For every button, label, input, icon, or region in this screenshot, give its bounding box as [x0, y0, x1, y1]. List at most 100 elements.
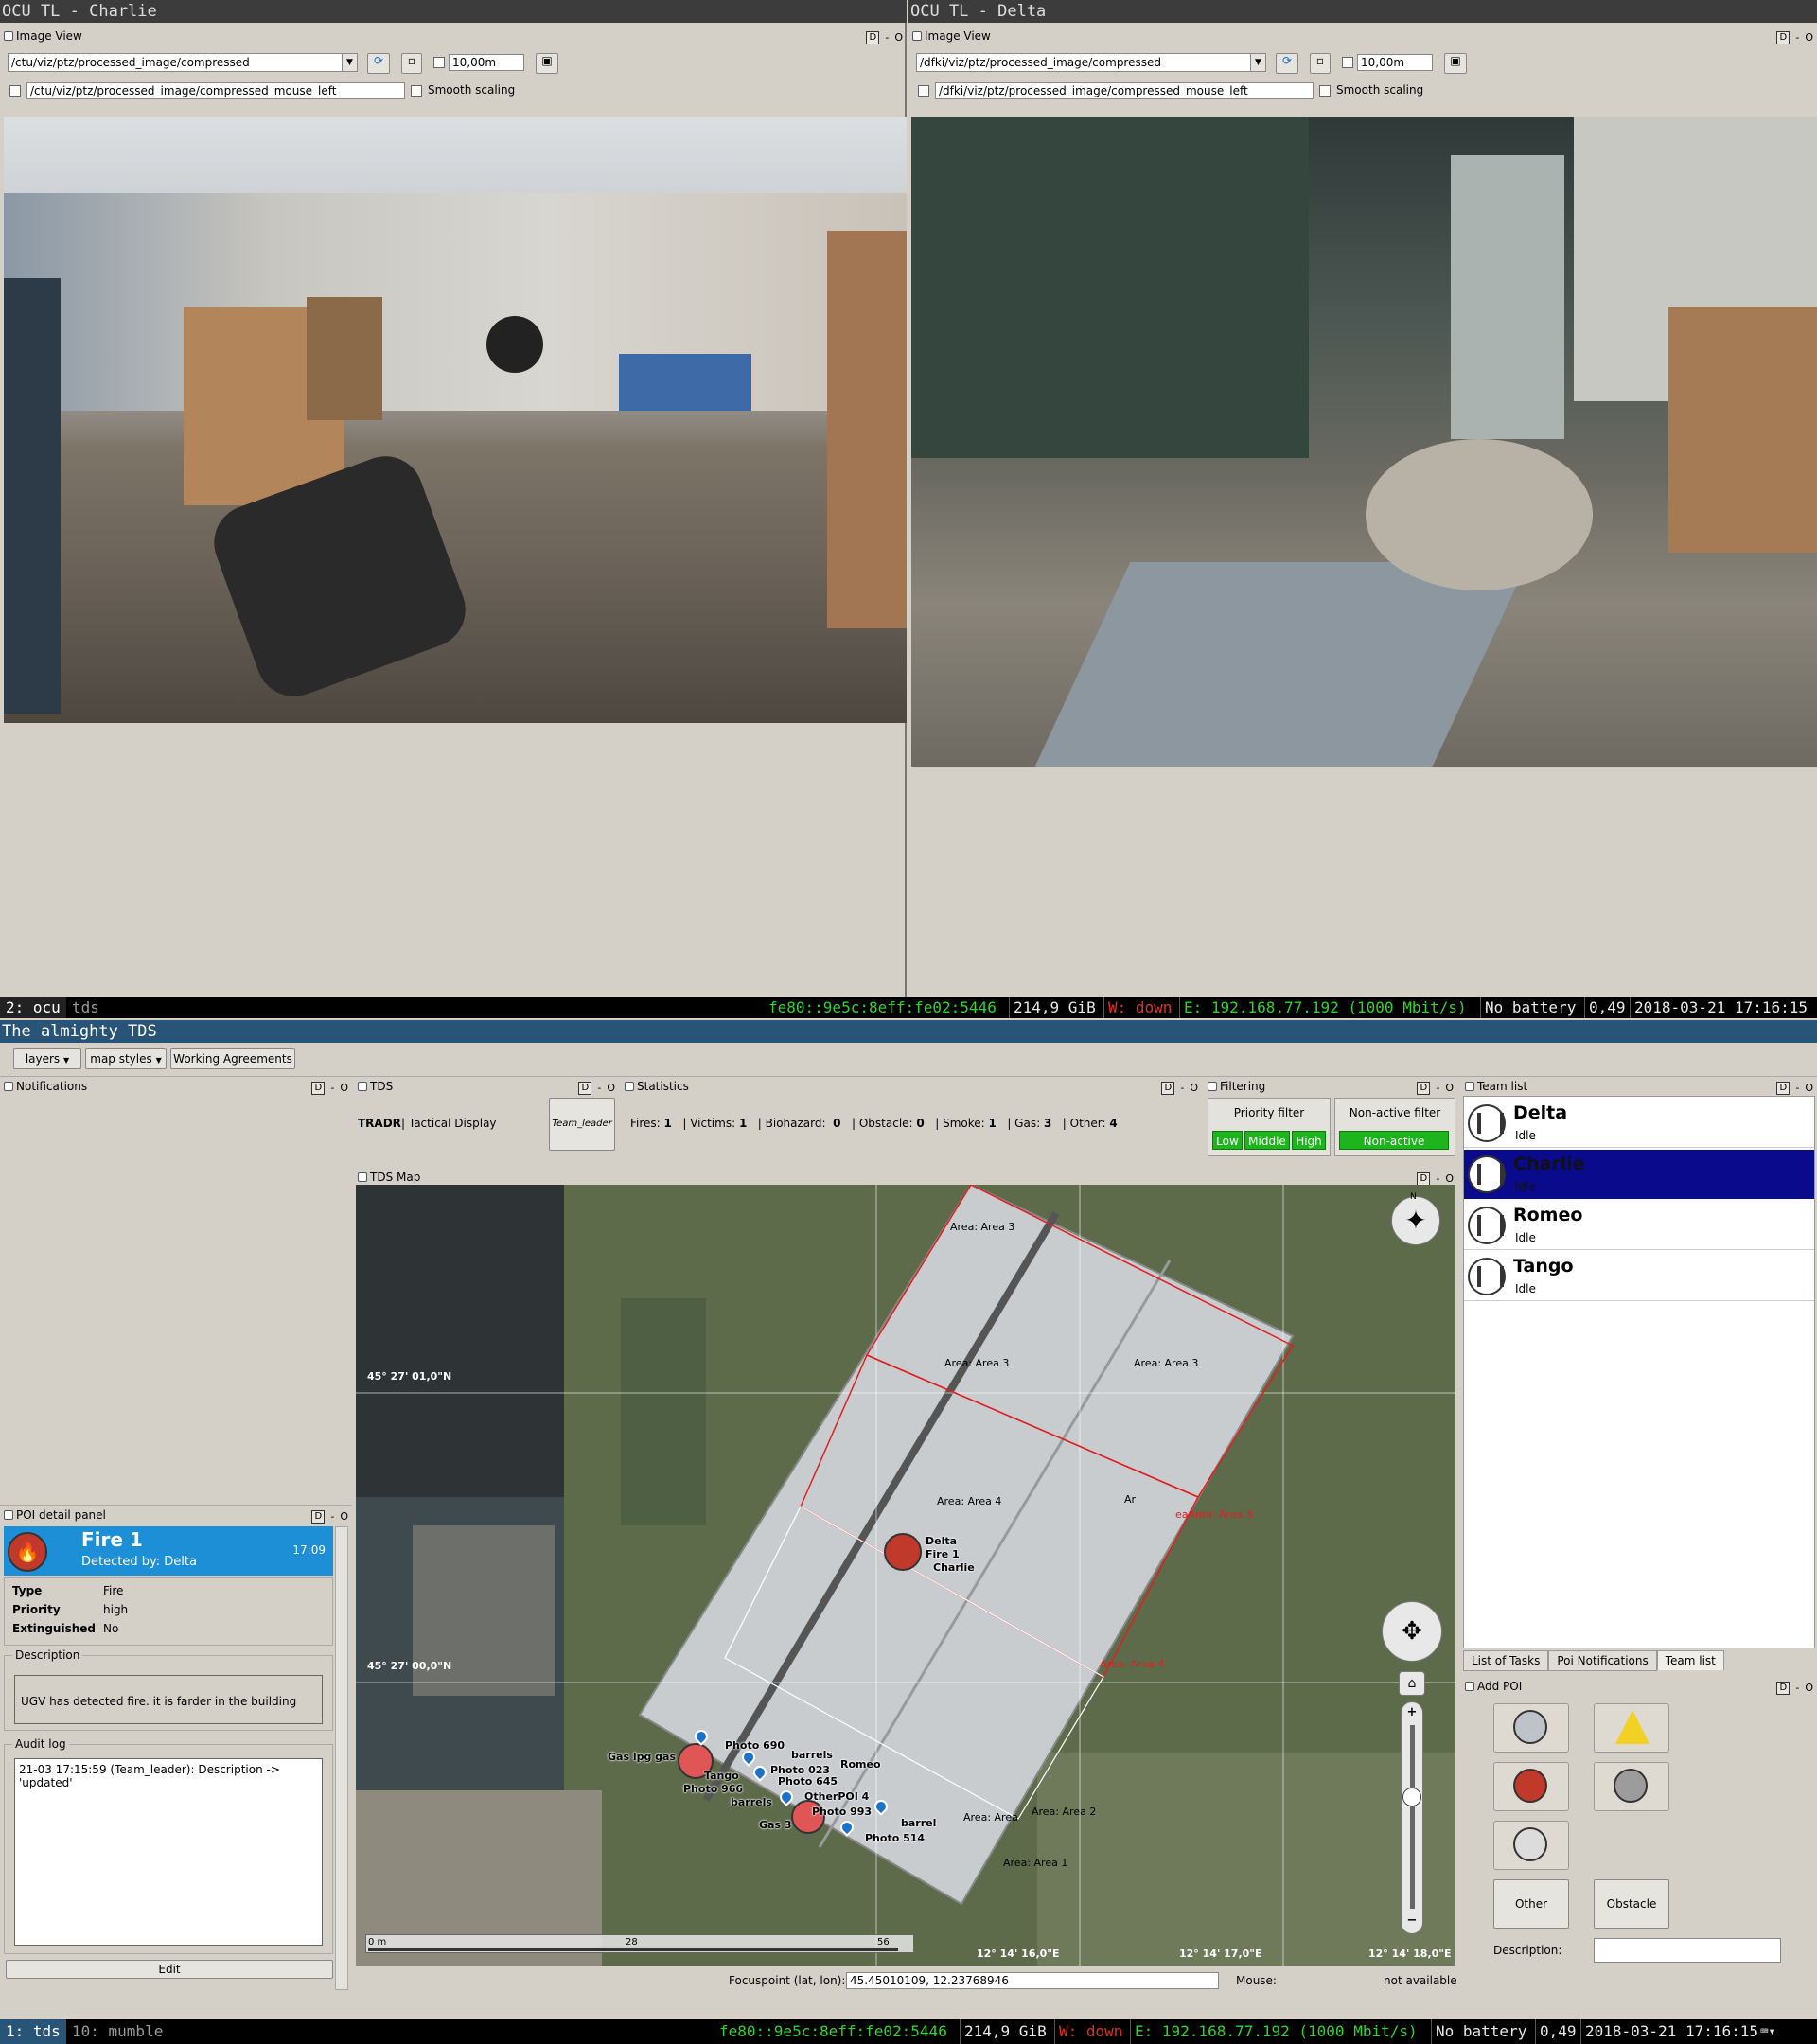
topic-select[interactable]: /ctu/viz/ptz/processed_image/compressed ▼ [8, 53, 358, 72]
camera-feed-delta[interactable] [911, 117, 1817, 766]
workspace-other[interactable]: 10: mumble [68, 2019, 167, 2044]
marker-barrels[interactable]: barrels [791, 1749, 833, 1761]
zoom-spinbox[interactable]: 10,00m [449, 54, 524, 71]
team-member-delta[interactable]: Delta Idle [1464, 1099, 1814, 1148]
add-poi-description-input[interactable] [1594, 1938, 1781, 1963]
home-icon[interactable]: ⌂ [1399, 1671, 1425, 1696]
zoom-checkbox[interactable] [1342, 57, 1353, 68]
map-styles-menu[interactable]: map styles ▼ [85, 1048, 167, 1069]
close-button[interactable]: O [1805, 1679, 1813, 1698]
dock-button[interactable]: D [1417, 1172, 1431, 1186]
zoom-in-icon[interactable]: + [1403, 1704, 1420, 1721]
mouse-topic-checkbox[interactable] [9, 85, 21, 97]
close-button[interactable]: O [607, 1079, 615, 1098]
close-button[interactable]: O [894, 28, 903, 47]
screenshot-button[interactable]: ▣ [536, 53, 558, 74]
keyboard-tray-icon[interactable]: ⌨▾ [1760, 2019, 1776, 2044]
dock-button[interactable]: D [311, 1510, 326, 1524]
marker-barrels-2[interactable]: barrels [731, 1796, 772, 1808]
topic-select[interactable]: /dfki/viz/ptz/processed_image/compressed… [916, 53, 1266, 72]
marker-gas-lpg[interactable]: Gas lpg gas [608, 1751, 676, 1763]
marker-romeo[interactable]: Romeo [840, 1758, 881, 1771]
dock-button[interactable]: D [1161, 1082, 1175, 1095]
filter-high[interactable]: High [1292, 1131, 1326, 1150]
team-member-romeo[interactable]: Romeo Idle [1464, 1201, 1814, 1250]
minimize-button[interactable]: - [1180, 1079, 1184, 1098]
marker-photo-645[interactable]: Photo 645 [778, 1775, 838, 1788]
add-smoke-button[interactable] [1594, 1762, 1669, 1811]
minimize-button[interactable]: - [597, 1079, 601, 1098]
smooth-scaling-checkbox[interactable] [1319, 85, 1331, 97]
marker-barrel[interactable]: barrel [901, 1817, 936, 1829]
minimize-button[interactable]: - [885, 28, 889, 47]
smooth-scaling-checkbox[interactable] [411, 85, 422, 97]
close-button[interactable]: O [1805, 28, 1813, 47]
add-gas-button[interactable] [1493, 1821, 1569, 1870]
refresh-button[interactable]: ⟳ [1276, 53, 1298, 74]
working-agreements-button[interactable]: Working Agreements [170, 1048, 295, 1069]
minimize-button[interactable]: - [330, 1079, 334, 1098]
close-button[interactable]: O [1190, 1079, 1198, 1098]
filter-low[interactable]: Low [1212, 1131, 1243, 1150]
dock-button[interactable]: D [866, 31, 880, 44]
dock-button[interactable]: D [1776, 1082, 1791, 1095]
dock-button[interactable]: D [1776, 31, 1791, 44]
minimize-button[interactable]: - [1795, 28, 1799, 47]
fire-marker-icon[interactable] [884, 1533, 922, 1571]
refresh-button[interactable]: ⟳ [367, 53, 390, 74]
team-member-charlie[interactable]: Charlie Idle [1464, 1150, 1814, 1199]
minimize-button[interactable]: - [330, 1507, 334, 1526]
close-button[interactable]: O [340, 1507, 348, 1526]
map-canvas[interactable]: 45° 27' 01,0"N 45° 27' 00,0"N 12° 14' 16… [356, 1185, 1455, 1966]
save-image-button[interactable]: ▫ [1310, 53, 1331, 74]
workspace-active[interactable]: 1: tds [0, 2019, 66, 2044]
pan-control-icon[interactable]: ✥ [1382, 1601, 1442, 1662]
dock-button[interactable]: D [578, 1082, 592, 1095]
tab-team-list[interactable]: Team list [1656, 1650, 1724, 1670]
marker-fire-1[interactable]: Fire 1 [926, 1548, 960, 1560]
marker-photo-514[interactable]: Photo 514 [865, 1832, 925, 1844]
zoom-slider[interactable]: + − [1401, 1701, 1423, 1934]
add-victim-button[interactable] [1493, 1703, 1569, 1753]
role-button[interactable]: Team_leader [549, 1098, 615, 1151]
marker-charlie[interactable]: Charlie [933, 1561, 975, 1574]
zoom-out-icon[interactable]: − [1403, 1912, 1420, 1929]
dock-button[interactable]: D [1417, 1082, 1431, 1095]
team-member-tango[interactable]: Tango Idle [1464, 1252, 1814, 1301]
description-text[interactable]: UGV has detected fire. it is farder in t… [14, 1675, 323, 1724]
edit-button[interactable]: Edit [6, 1960, 333, 1979]
dock-button[interactable]: D [311, 1082, 326, 1095]
minimize-button[interactable]: - [1436, 1079, 1439, 1098]
mouse-topic-field[interactable]: /ctu/viz/ptz/processed_image/compressed_… [26, 82, 405, 99]
tab-list-of-tasks[interactable]: List of Tasks [1463, 1650, 1549, 1671]
mouse-topic-checkbox[interactable] [918, 85, 929, 97]
marker-photo-993[interactable]: Photo 993 [812, 1806, 872, 1818]
minimize-button[interactable]: - [1795, 1679, 1799, 1698]
marker-tango[interactable]: Tango [704, 1770, 739, 1782]
screenshot-button[interactable]: ▣ [1444, 53, 1467, 74]
marker-photo-966[interactable]: Photo 966 [683, 1783, 743, 1795]
zoom-spinbox[interactable]: 10,00m [1357, 54, 1433, 71]
compass-icon[interactable]: ✦ [1391, 1196, 1440, 1245]
save-image-button[interactable]: ▫ [401, 53, 422, 74]
add-fire-button[interactable] [1493, 1762, 1569, 1811]
add-other-button[interactable]: Other [1493, 1879, 1569, 1929]
dock-button[interactable]: D [1776, 1682, 1791, 1695]
audit-log-text[interactable]: 21-03 17:15:59 (Team_leader): Descriptio… [14, 1758, 323, 1946]
tab-poi-notifications[interactable]: Poi Notifications [1548, 1650, 1657, 1671]
add-biohazard-button[interactable] [1594, 1703, 1669, 1753]
workspace-other[interactable]: tds [68, 997, 103, 1018]
minimize-button[interactable]: - [1795, 1079, 1799, 1098]
mouse-topic-field[interactable]: /dfki/viz/ptz/processed_image/compressed… [935, 82, 1314, 99]
poi-scrollbar[interactable] [335, 1526, 348, 1990]
close-button[interactable]: O [1445, 1079, 1454, 1098]
add-obstacle-button[interactable]: Obstacle [1594, 1879, 1669, 1929]
zoom-handle[interactable] [1402, 1788, 1421, 1806]
close-button[interactable]: O [340, 1079, 348, 1098]
workspace-active[interactable]: 2: ocu [0, 997, 66, 1018]
camera-feed-charlie[interactable] [4, 117, 907, 723]
marker-photo-690[interactable]: Photo 690 [725, 1739, 785, 1752]
filter-nonactive[interactable]: Non-active [1339, 1131, 1449, 1150]
focuspoint-field[interactable]: 45.45010109, 12.23768946 [846, 1972, 1219, 1989]
layers-menu[interactable]: layers ▼ [13, 1048, 81, 1069]
